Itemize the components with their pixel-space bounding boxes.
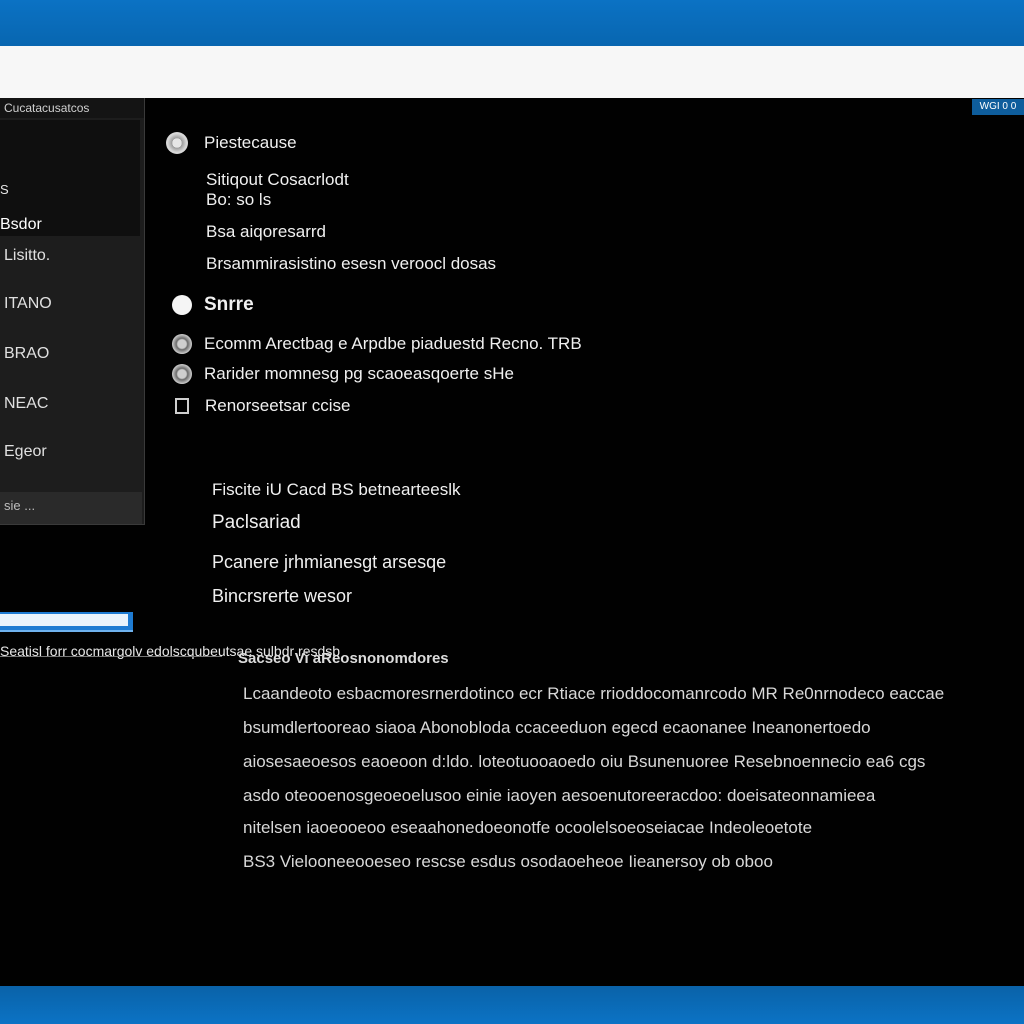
paragraph-line: BS3 Vielooneeooeseo rescse esdus osodaoe… — [243, 852, 773, 871]
sidebar-selected-area[interactable]: S Bsdor — [0, 120, 140, 236]
paragraph-line: aiosesaeoesos eaoeoon d:ldo. loteotuooao… — [243, 752, 926, 771]
tab-divider — [0, 656, 222, 657]
sidebar-item[interactable]: NEAC — [0, 382, 140, 426]
option-label: Rarider momnesg pg scaoeasqoerte sHe — [204, 364, 514, 383]
settings-text: Pcanere jrhmianesgt arsesqe — [212, 552, 447, 572]
settings-line: Bsa aiqoresarrd — [206, 222, 326, 242]
window-titlebar[interactable] — [0, 46, 1024, 136]
paragraph-line: bsumdlertooreao siaoa Abonobloda ccaceed… — [243, 718, 871, 737]
radio-option[interactable]: Snrre — [172, 294, 254, 316]
settings-text: Bsa aiqoresarrd — [206, 222, 327, 241]
document-icon — [175, 398, 189, 414]
settings-line: Bincrsrerte wesor — [212, 586, 352, 607]
settings-text: Sitiqout Cosacrlodt — [206, 170, 349, 189]
settings-line: Brsammirasistino esesn veroocl dosas — [206, 254, 496, 274]
sidebar-selected-item[interactable]: Bsdor — [0, 216, 42, 234]
gear-icon — [172, 334, 192, 354]
paragraph-line: Lcaandeoto esbacmoresrnerdotinco ecr Rti… — [243, 684, 945, 703]
settings-line: Bo: so ls — [206, 190, 271, 210]
settings-line: Paclsariad — [212, 512, 301, 534]
paragraph-line: asdo oteooenosgeoeoelusoo einie iaoyen a… — [243, 786, 876, 805]
sidebar-header: Cucatacusatcos — [0, 98, 144, 118]
radio-button-icon[interactable] — [172, 295, 192, 315]
settings-text: Paclsariad — [212, 512, 301, 533]
desktop-background-bottom — [0, 986, 1024, 1024]
settings-text: Bincrsrerte wesor — [212, 586, 353, 606]
paragraph-line: nitelsen iaoeooeoo eseaahonedoeonotfe oc… — [243, 818, 813, 837]
desktop-background-top — [0, 0, 1024, 46]
search-input-field — [0, 614, 128, 626]
option-row[interactable]: Renorseetsar ccise — [175, 396, 351, 416]
settings-line: Fiscite iU Cacd BS betnearteeslk — [212, 480, 461, 500]
settings-line: Sitiqout Cosacrlodt — [206, 170, 349, 190]
gear-icon — [166, 132, 188, 154]
subheading: Snrre — [204, 294, 254, 315]
settings-title: Piestecause — [204, 133, 297, 152]
settings-text: Bo: so ls — [206, 190, 272, 209]
option-label: Renorseetsar ccise — [205, 396, 351, 415]
sidebar-item[interactable]: Lisitto. — [0, 234, 140, 278]
option-row[interactable]: Rarider momnesg pg scaoeasqoerte sHe — [172, 364, 514, 384]
search-input[interactable] — [0, 612, 133, 632]
app-window: WGI 0 0 Cucatacusatcos S Bsdor Lisitto. … — [0, 98, 1024, 986]
sidebar-item[interactable]: BRAO — [0, 332, 140, 376]
settings-line: Pcanere jrhmianesgt arsesqe — [212, 552, 446, 573]
sidebar-item[interactable]: Egeor — [0, 430, 140, 474]
sidebar-item[interactable]: ITANO — [0, 282, 140, 326]
option-row[interactable]: Ecomm Arectbag e Arpdbe piaduestd Recno.… — [172, 334, 582, 354]
gear-icon — [172, 364, 192, 384]
settings-text: Brsammirasistino esesn veroocl dosas — [206, 254, 497, 273]
settings-title-row: Piestecause — [166, 132, 297, 154]
pane-heading: Sacseo Vi aReosnonomdores — [238, 650, 449, 667]
settings-text: Fiscite iU Cacd BS betnearteeslk — [212, 480, 461, 499]
corner-badge[interactable]: WGI 0 0 — [972, 99, 1024, 115]
sidebar-menu: Cucatacusatcos S Bsdor Lisitto. ITANO BR… — [0, 98, 145, 525]
option-label: Ecomm Arectbag e Arpdbe piaduestd Recno.… — [204, 334, 582, 353]
sidebar-sub-label: S — [0, 182, 9, 197]
sidebar-footer[interactable]: sie ... — [0, 492, 142, 524]
